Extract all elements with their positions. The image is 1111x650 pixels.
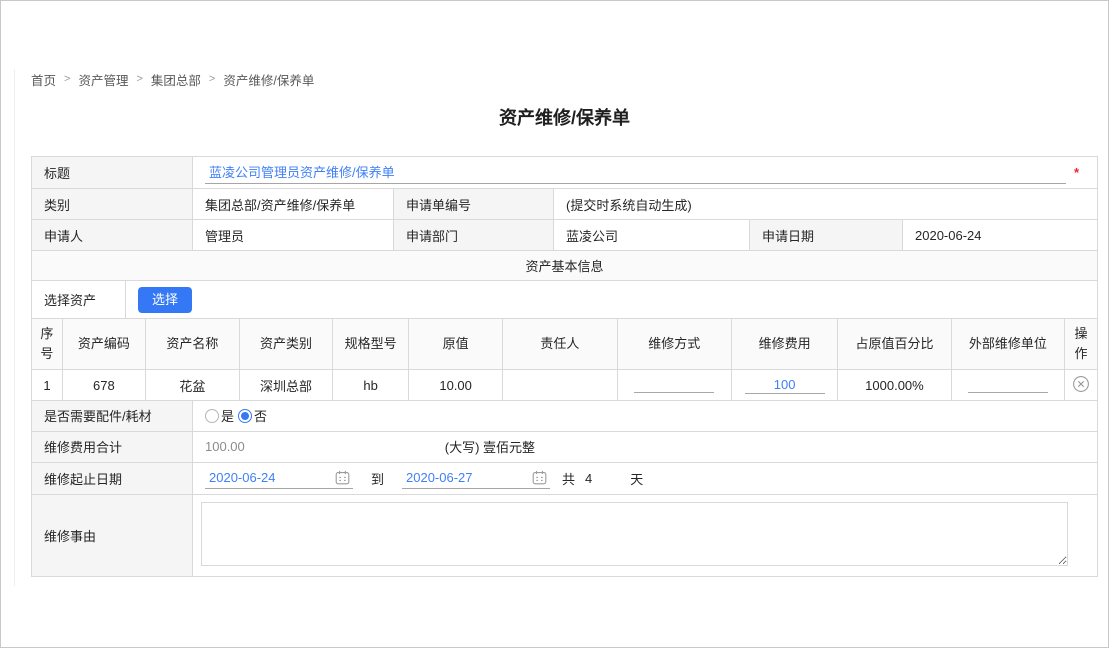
cell-asset-category: 深圳总部 — [240, 370, 333, 400]
col-header-model: 规格型号 — [333, 319, 409, 370]
radio-label-no: 否 — [254, 406, 267, 425]
form-row-total-cost: 维修费用合计 100.00 (大写) 壹佰元整 — [32, 431, 1097, 462]
title-label: 标题 — [32, 157, 192, 188]
app-window: 首页 > 资产管理 > 集团总部 > 资产维修/保养单 资产维修/保养单 标题 … — [0, 0, 1109, 648]
cell-original-value: 10.00 — [409, 370, 503, 400]
radio-circle-checked[interactable] — [238, 409, 252, 423]
reason-label: 维修事由 — [32, 495, 192, 576]
breadcrumb-group-hq[interactable]: 集团总部 — [151, 70, 201, 89]
start-date-value[interactable]: 2020-06-24 — [209, 470, 276, 485]
total-cost-label: 维修费用合计 — [32, 432, 192, 462]
col-header-asset-category: 资产类别 — [240, 319, 333, 370]
col-header-asset-code: 资产编码 — [62, 319, 145, 370]
asset-table-row: 1 678 花盆 深圳总部 hb 10.00 100 1000.00 — [32, 370, 1097, 400]
col-header-original-value: 原值 — [409, 319, 503, 370]
reason-cell — [192, 495, 1097, 576]
calendar-icon[interactable] — [335, 470, 350, 485]
apply-date-value: 2020-06-24 — [902, 220, 1097, 250]
applicant-value: 管理员 — [192, 220, 393, 250]
breadcrumb: 首页 > 资产管理 > 集团总部 > 资产维修/保养单 — [31, 71, 1098, 87]
period-total-label: 共 — [562, 469, 575, 488]
title-value-cell: 蓝凌公司管理员资产维修/保养单 * — [192, 157, 1097, 188]
form-row-need-parts: 是否需要配件/耗材 是 否 — [32, 400, 1097, 431]
form-row-select-asset: 选择资产 选择 — [32, 280, 1097, 318]
form-row-section: 资产基本信息 — [32, 250, 1097, 280]
end-date-picker[interactable]: 2020-06-27 — [402, 467, 550, 489]
cell-model: hb — [333, 370, 409, 400]
radio-option-no[interactable]: 否 — [238, 406, 267, 425]
form-row-period: 维修起止日期 2020-06-24 — [32, 462, 1097, 494]
main-content: 首页 > 资产管理 > 集团总部 > 资产维修/保养单 资产维修/保养单 标题 … — [31, 71, 1098, 577]
category-label: 类别 — [32, 189, 192, 219]
panel-edge-divider — [14, 69, 15, 586]
asset-repair-form: 标题 蓝凌公司管理员资产维修/保养单 * 类别 集团总部/资产维修/保养单 申请… — [31, 156, 1098, 577]
category-value: 集团总部/资产维修/保养单 — [192, 189, 393, 219]
required-marker: * — [1074, 165, 1079, 180]
asset-table: 序号 资产编码 资产名称 资产类别 规格型号 原值 责任人 维修方式 维修费用 … — [32, 319, 1097, 400]
section-title-asset-info: 资产基本信息 — [32, 251, 1097, 280]
need-parts-label: 是否需要配件/耗材 — [32, 401, 192, 431]
form-row-reason: 维修事由 — [32, 494, 1097, 576]
total-cost-value: 100.00 — [205, 439, 245, 454]
need-parts-options: 是 否 — [192, 401, 1097, 431]
asset-table-wrap: 序号 资产编码 资产名称 资产类别 规格型号 原值 责任人 维修方式 维修费用 … — [32, 318, 1097, 400]
cell-asset-code: 678 — [62, 370, 145, 400]
select-asset-button[interactable]: 选择 — [138, 287, 192, 313]
period-label: 维修起止日期 — [32, 463, 192, 494]
period-unit-label: 天 — [630, 469, 643, 488]
cell-percent: 1000.00% — [838, 370, 951, 400]
request-no-label: 申请单编号 — [393, 189, 553, 219]
breadcrumb-current-page[interactable]: 资产维修/保养单 — [223, 70, 314, 89]
form-row-title: 标题 蓝凌公司管理员资产维修/保养单 * — [32, 157, 1097, 188]
select-asset-label: 选择资产 — [32, 281, 125, 318]
cell-asset-name: 花盆 — [145, 370, 239, 400]
request-no-value: (提交时系统自动生成) — [553, 189, 1097, 219]
cell-repair-method — [617, 370, 731, 400]
asset-table-header-row: 序号 资产编码 资产名称 资产类别 规格型号 原值 责任人 维修方式 维修费用 … — [32, 319, 1097, 370]
col-header-repair-cost: 维修费用 — [731, 319, 837, 370]
cell-external-unit — [951, 370, 1064, 400]
repair-reason-textarea[interactable] — [201, 502, 1068, 566]
period-cell: 2020-06-24 到 20 — [192, 463, 1097, 494]
apply-dept-label: 申请部门 — [393, 220, 553, 250]
apply-date-label: 申请日期 — [749, 220, 902, 250]
calendar-icon[interactable] — [532, 470, 547, 485]
breadcrumb-asset-management[interactable]: 资产管理 — [78, 70, 128, 89]
radio-option-yes[interactable]: 是 — [205, 406, 234, 425]
period-days-value: 4 — [585, 471, 592, 486]
repair-cost-input[interactable]: 100 — [745, 376, 825, 394]
page-title: 资产维修/保养单 — [31, 104, 1098, 130]
breadcrumb-home[interactable]: 首页 — [31, 70, 56, 89]
applicant-label: 申请人 — [32, 220, 192, 250]
apply-dept-value: 蓝凌公司 — [553, 220, 749, 250]
breadcrumb-separator: > — [64, 73, 70, 85]
form-row-applicant: 申请人 管理员 申请部门 蓝凌公司 申请日期 2020-06-24 — [32, 219, 1097, 250]
col-header-owner: 责任人 — [503, 319, 617, 370]
end-date-value[interactable]: 2020-06-27 — [406, 470, 473, 485]
total-cost-cell: 100.00 (大写) 壹佰元整 — [192, 432, 1097, 462]
col-header-seq: 序号 — [32, 319, 62, 370]
external-unit-input[interactable] — [968, 375, 1048, 393]
start-date-picker[interactable]: 2020-06-24 — [205, 467, 353, 489]
breadcrumb-separator: > — [209, 73, 215, 85]
select-asset-cell: 选择 — [125, 281, 1097, 318]
repair-method-input[interactable] — [634, 375, 714, 393]
total-cost-caps: (大写) 壹佰元整 — [445, 437, 535, 456]
breadcrumb-separator: > — [136, 73, 142, 85]
col-header-asset-name: 资产名称 — [145, 319, 239, 370]
title-input[interactable]: 蓝凌公司管理员资产维修/保养单 — [205, 162, 1066, 184]
radio-circle-unchecked[interactable] — [205, 409, 219, 423]
col-header-external-unit: 外部维修单位 — [951, 319, 1064, 370]
form-row-category: 类别 集团总部/资产维修/保养单 申请单编号 (提交时系统自动生成) — [32, 188, 1097, 219]
col-header-percent: 占原值百分比 — [838, 319, 951, 370]
circle-x-icon[interactable] — [1072, 375, 1090, 393]
col-header-repair-method: 维修方式 — [617, 319, 731, 370]
cell-owner — [503, 370, 617, 400]
cell-actions — [1065, 370, 1097, 400]
col-header-actions: 操作 — [1065, 319, 1097, 370]
period-to-label: 到 — [371, 469, 384, 488]
cell-seq: 1 — [32, 370, 62, 400]
cell-repair-cost: 100 — [731, 370, 837, 400]
radio-label-yes: 是 — [221, 406, 234, 425]
